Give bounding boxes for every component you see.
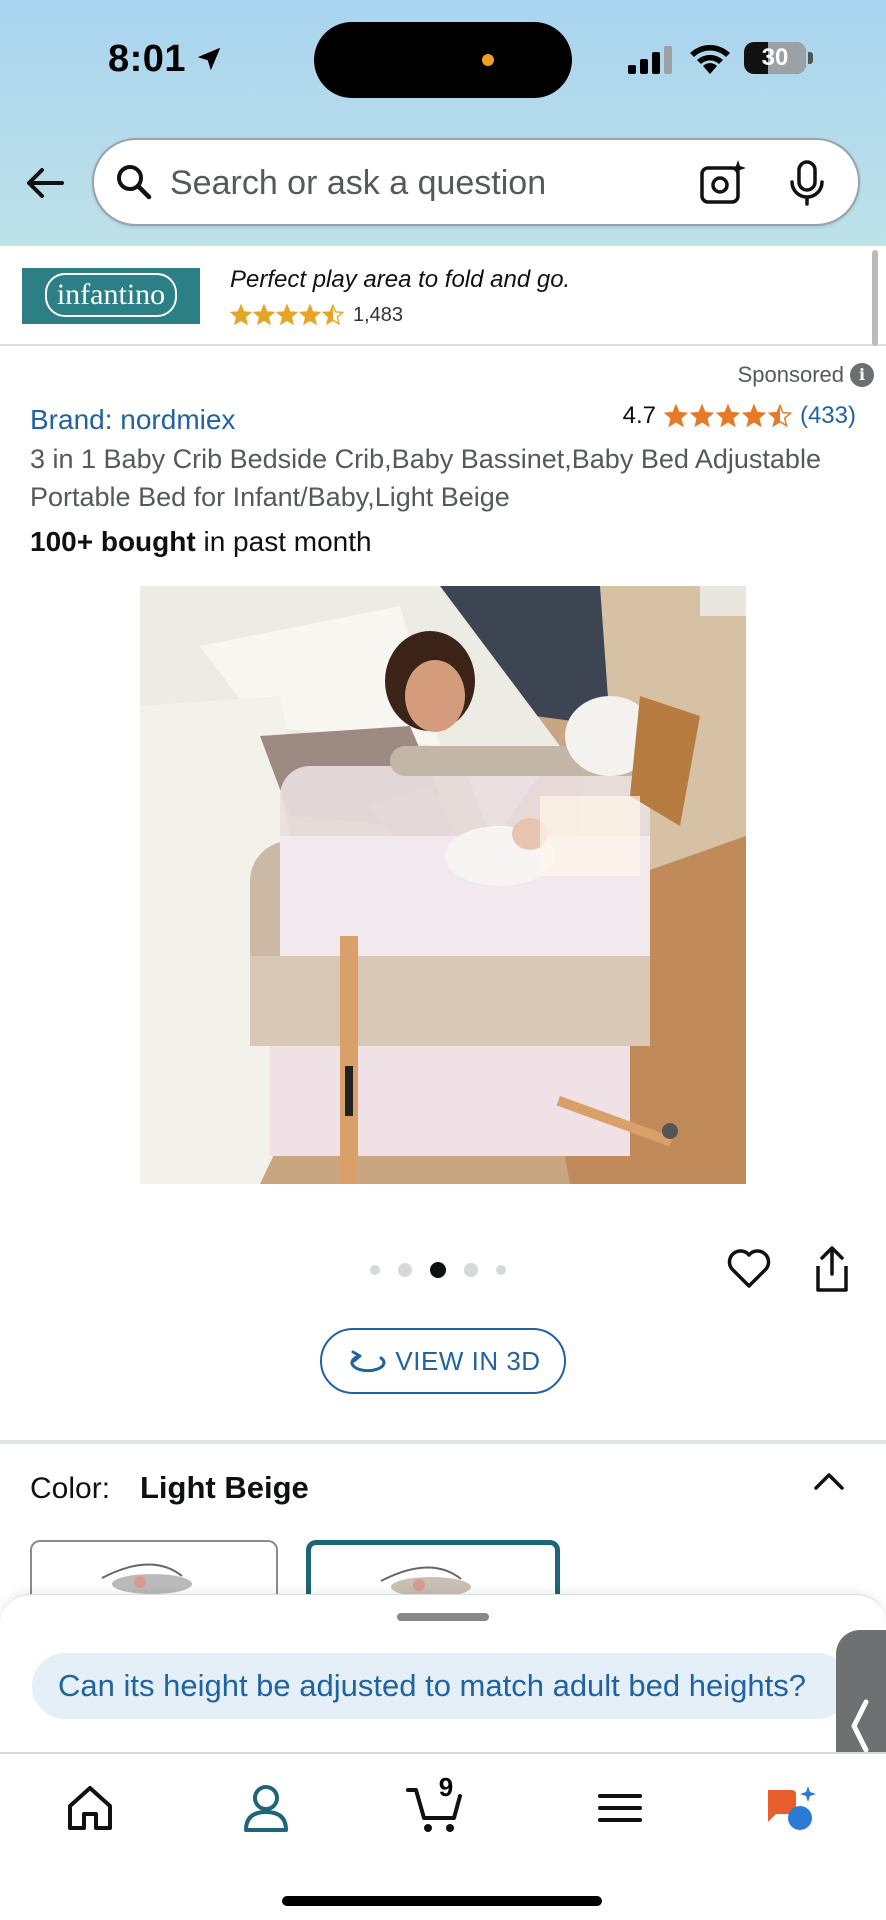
status-time: 8:01 bbox=[108, 38, 187, 80]
mic-icon[interactable] bbox=[788, 158, 826, 208]
ad-star-rating bbox=[230, 304, 345, 326]
search-input[interactable] bbox=[170, 158, 670, 208]
color-label: Color: bbox=[30, 1472, 111, 1505]
bought-count: 100+ bought in past month bbox=[30, 526, 372, 557]
image-carousel-dots[interactable] bbox=[370, 1262, 524, 1278]
sponsored-label[interactable]: Sponsored i bbox=[738, 362, 874, 388]
info-icon[interactable]: i bbox=[850, 363, 874, 387]
product-title: 3 in 1 Baby Crib Bedside Crib,Baby Bassi… bbox=[30, 444, 821, 512]
carousel-dot[interactable] bbox=[464, 1263, 478, 1277]
location-arrow-icon bbox=[197, 47, 221, 71]
carousel-dot-active[interactable] bbox=[430, 1262, 446, 1278]
menu-icon[interactable] bbox=[590, 1780, 650, 1836]
star-icon bbox=[689, 404, 714, 428]
chevron-left-icon bbox=[851, 1699, 869, 1753]
star-icon bbox=[322, 304, 344, 326]
sheet-drag-handle[interactable] bbox=[397, 1613, 489, 1621]
view-in-3d-button[interactable]: VIEW IN 3D bbox=[320, 1328, 566, 1394]
carousel-dot[interactable] bbox=[370, 1265, 380, 1275]
star-icon bbox=[767, 404, 792, 428]
battery-cap bbox=[808, 52, 813, 64]
rating-value: 4.7 bbox=[622, 402, 656, 429]
ad-rating: 1,483 bbox=[230, 302, 403, 328]
chevron-up-icon[interactable] bbox=[812, 1468, 846, 1494]
wifi-icon bbox=[690, 45, 730, 74]
cart-button[interactable]: 9 bbox=[406, 1772, 466, 1836]
star-icon bbox=[741, 404, 766, 428]
rufus-suggestion-sheet: Can its height be adjusted to match adul… bbox=[0, 1594, 886, 1754]
star-icon bbox=[253, 304, 275, 326]
star-icon bbox=[276, 304, 298, 326]
brand-link[interactable]: Brand: nordmiex bbox=[30, 404, 235, 436]
ad-scrollbar bbox=[872, 250, 878, 346]
color-value: Light Beige bbox=[140, 1470, 309, 1505]
carousel-dot[interactable] bbox=[496, 1265, 506, 1275]
product-star-rating bbox=[663, 404, 794, 428]
battery-level: 30 bbox=[761, 44, 789, 71]
star-icon bbox=[299, 304, 321, 326]
product-rating[interactable]: 4.7 (433) bbox=[623, 402, 856, 430]
dynamic-island bbox=[314, 22, 572, 98]
search-bar[interactable] bbox=[92, 138, 860, 226]
ad-brand-logo: infantino bbox=[22, 268, 200, 324]
bottom-nav: 9 bbox=[0, 1752, 886, 1920]
heart-icon[interactable] bbox=[726, 1246, 772, 1292]
back-arrow-icon[interactable] bbox=[22, 160, 68, 206]
share-icon[interactable] bbox=[810, 1244, 854, 1294]
island-indicator bbox=[482, 54, 494, 66]
ad-review-count: 1,483 bbox=[353, 303, 404, 326]
carousel-dot[interactable] bbox=[398, 1263, 412, 1277]
star-icon bbox=[715, 404, 740, 428]
star-icon bbox=[230, 304, 252, 326]
rotate-3d-icon bbox=[350, 1350, 386, 1373]
user-icon[interactable] bbox=[236, 1780, 296, 1836]
ad-tagline: Perfect play area to fold and go. bbox=[230, 266, 571, 293]
search-icon bbox=[117, 165, 152, 200]
app-header: 8:01 30 bbox=[0, 0, 886, 246]
product-image[interactable] bbox=[140, 586, 746, 1184]
star-icon bbox=[663, 404, 688, 428]
battery-icon: 30 bbox=[744, 42, 806, 74]
suggested-question-chip[interactable]: Can its height be adjusted to match adul… bbox=[32, 1653, 850, 1719]
camera-search-icon[interactable] bbox=[698, 158, 748, 208]
section-divider bbox=[0, 1440, 886, 1444]
rating-count[interactable]: (433) bbox=[800, 402, 856, 430]
status-bar: 8:01 30 bbox=[0, 0, 886, 120]
view-in-3d-label: VIEW IN 3D bbox=[395, 1345, 541, 1376]
sponsored-ad-banner[interactable]: infantino Perfect play area to fold and … bbox=[0, 246, 886, 346]
home-icon[interactable] bbox=[60, 1780, 120, 1836]
home-indicator bbox=[282, 1896, 602, 1906]
cart-count: 9 bbox=[438, 1772, 454, 1802]
rufus-icon[interactable] bbox=[762, 1780, 822, 1836]
signal-icon bbox=[628, 46, 672, 74]
